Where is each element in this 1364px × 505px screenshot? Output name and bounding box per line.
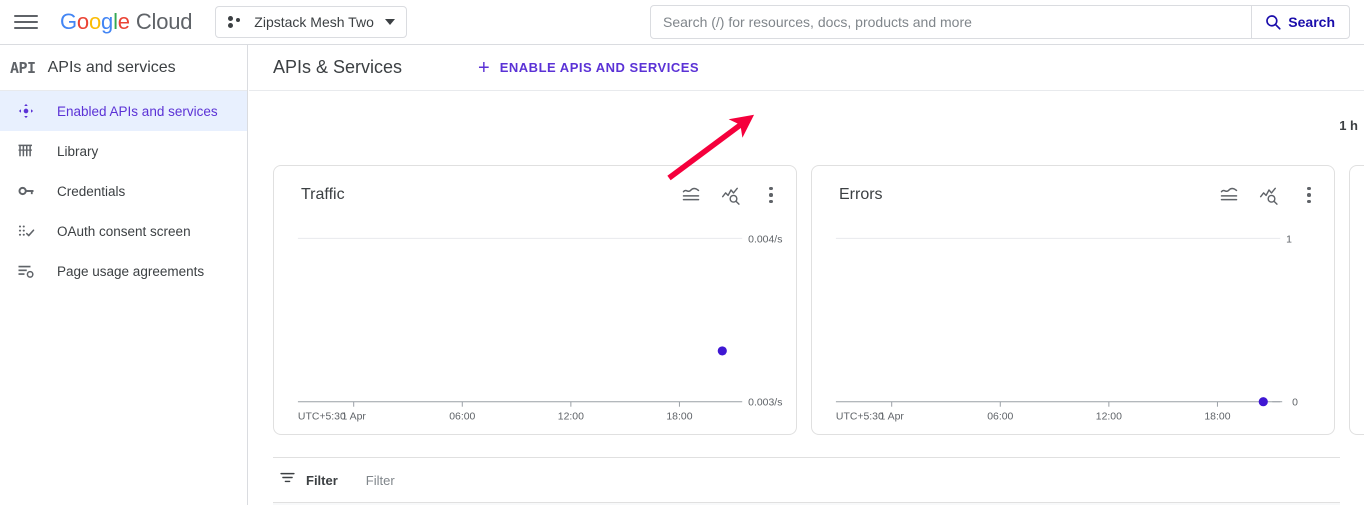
search-button-label: Search [1288, 14, 1335, 30]
charts-row: Traffic 0.004/s 0.003/s UTC+5:30 1 Apr 0… [273, 165, 1364, 435]
project-dots-icon [228, 15, 243, 29]
sidebar-item-oauth-consent[interactable]: OAuth consent screen [0, 211, 247, 251]
filter-input-placeholder[interactable]: Filter [366, 473, 395, 488]
errors-chart-card: Errors 1 0 UTC+5:30 1 Apr 06:00 12:00 18… [811, 165, 1335, 435]
card-header: Errors [812, 166, 1334, 224]
sidebar-nav: Enabled APIs and services Library Creden… [0, 91, 247, 291]
hamburger-menu-icon[interactable] [14, 10, 38, 34]
legend-lines-icon[interactable] [1218, 184, 1240, 206]
api-logo: API [10, 58, 36, 77]
more-options-icon[interactable] [1298, 184, 1320, 206]
x-axis-tick: 18:00 [1204, 412, 1230, 423]
sidebar: API APIs and services Enabled APIs and s… [0, 45, 248, 505]
explore-chart-icon[interactable] [1258, 184, 1280, 206]
filter-label[interactable]: Filter [306, 473, 338, 488]
card-title: Errors [839, 186, 883, 203]
x-axis-tick: 12:00 [1096, 412, 1122, 423]
sidebar-item-label: OAuth consent screen [57, 223, 191, 239]
x-axis-tick: 1 Apr [342, 412, 367, 423]
page-usage-icon [16, 261, 36, 281]
x-axis-tick: 06:00 [449, 412, 475, 423]
sidebar-item-enabled-apis[interactable]: Enabled APIs and services [0, 91, 247, 131]
time-range-selector[interactable]: 1 h [1339, 118, 1358, 133]
more-options-icon[interactable] [760, 184, 782, 206]
x-axis-timezone-label: UTC+5:30 [298, 412, 346, 423]
oauth-consent-icon [16, 221, 36, 241]
y-axis-tick-top: 0.004/s [748, 234, 782, 245]
main-content: APIs & Services + ENABLE APIS AND SERVIC… [249, 45, 1364, 505]
top-bar: Google Cloud Zipstack Mesh Two Search [0, 0, 1364, 45]
card-actions [680, 184, 782, 206]
y-axis-tick-top: 1 [1286, 234, 1292, 245]
x-axis-tick: 06:00 [987, 412, 1013, 423]
cloud-wordmark: Cloud [135, 9, 193, 34]
key-icon [16, 181, 36, 201]
x-axis-tick: 18:00 [666, 412, 692, 423]
sidebar-item-label: Enabled APIs and services [57, 103, 218, 119]
filter-bar: Filter Filter [273, 457, 1340, 502]
sidebar-item-label: Library [57, 143, 99, 159]
x-axis-timezone-label: UTC+5:30 [836, 412, 884, 423]
library-icon [16, 141, 36, 161]
search-bar[interactable]: Search [650, 5, 1350, 39]
search-icon [1266, 15, 1281, 30]
plus-icon: + [478, 56, 490, 79]
sidebar-title: APIs and services [47, 58, 176, 76]
card-actions [1218, 184, 1320, 206]
y-axis-tick-bottom: 0.003/s [748, 398, 782, 409]
sidebar-header: API APIs and services [0, 45, 247, 91]
enable-apis-button-label: ENABLE APIS AND SERVICES [499, 60, 700, 75]
project-selector[interactable]: Zipstack Mesh Two [215, 6, 407, 38]
sidebar-item-label: Credentials [57, 183, 126, 199]
search-button[interactable]: Search [1251, 6, 1349, 38]
data-point [717, 346, 727, 356]
filter-icon[interactable] [279, 469, 296, 491]
x-axis-tick: 12:00 [558, 412, 584, 423]
traffic-chart-plot: 0.004/s 0.003/s UTC+5:30 1 Apr 06:00 12:… [298, 234, 783, 423]
card-header: Traffic [274, 166, 796, 224]
traffic-chart-card: Traffic 0.004/s 0.003/s UTC+5:30 1 Apr 0… [273, 165, 797, 435]
card-title: Traffic [301, 186, 345, 203]
y-axis-tick-bottom: 0 [1292, 398, 1298, 409]
page-header: APIs & Services + ENABLE APIS AND SERVIC… [249, 45, 1364, 91]
google-cloud-logo[interactable]: Google Cloud [60, 9, 192, 35]
sidebar-item-library[interactable]: Library [0, 131, 247, 171]
enabled-apis-icon [16, 101, 36, 121]
chevron-down-icon [384, 19, 395, 25]
project-name-label: Zipstack Mesh Two [254, 14, 374, 30]
explore-chart-icon[interactable] [720, 184, 742, 206]
data-point [1258, 397, 1268, 407]
enable-apis-and-services-button[interactable]: + ENABLE APIS AND SERVICES [478, 58, 699, 78]
third-chart-card [1349, 165, 1364, 435]
page-title: APIs & Services [273, 57, 403, 77]
sidebar-item-page-usage-agreements[interactable]: Page usage agreements [0, 251, 247, 291]
search-input[interactable] [651, 6, 1252, 38]
legend-lines-icon[interactable] [680, 184, 702, 206]
x-axis-tick: 1 Apr [880, 412, 905, 423]
sidebar-item-credentials[interactable]: Credentials [0, 171, 247, 211]
errors-chart-plot: 1 0 UTC+5:30 1 Apr 06:00 12:00 18:00 [836, 234, 1298, 423]
sidebar-item-label: Page usage agreements [57, 263, 205, 279]
